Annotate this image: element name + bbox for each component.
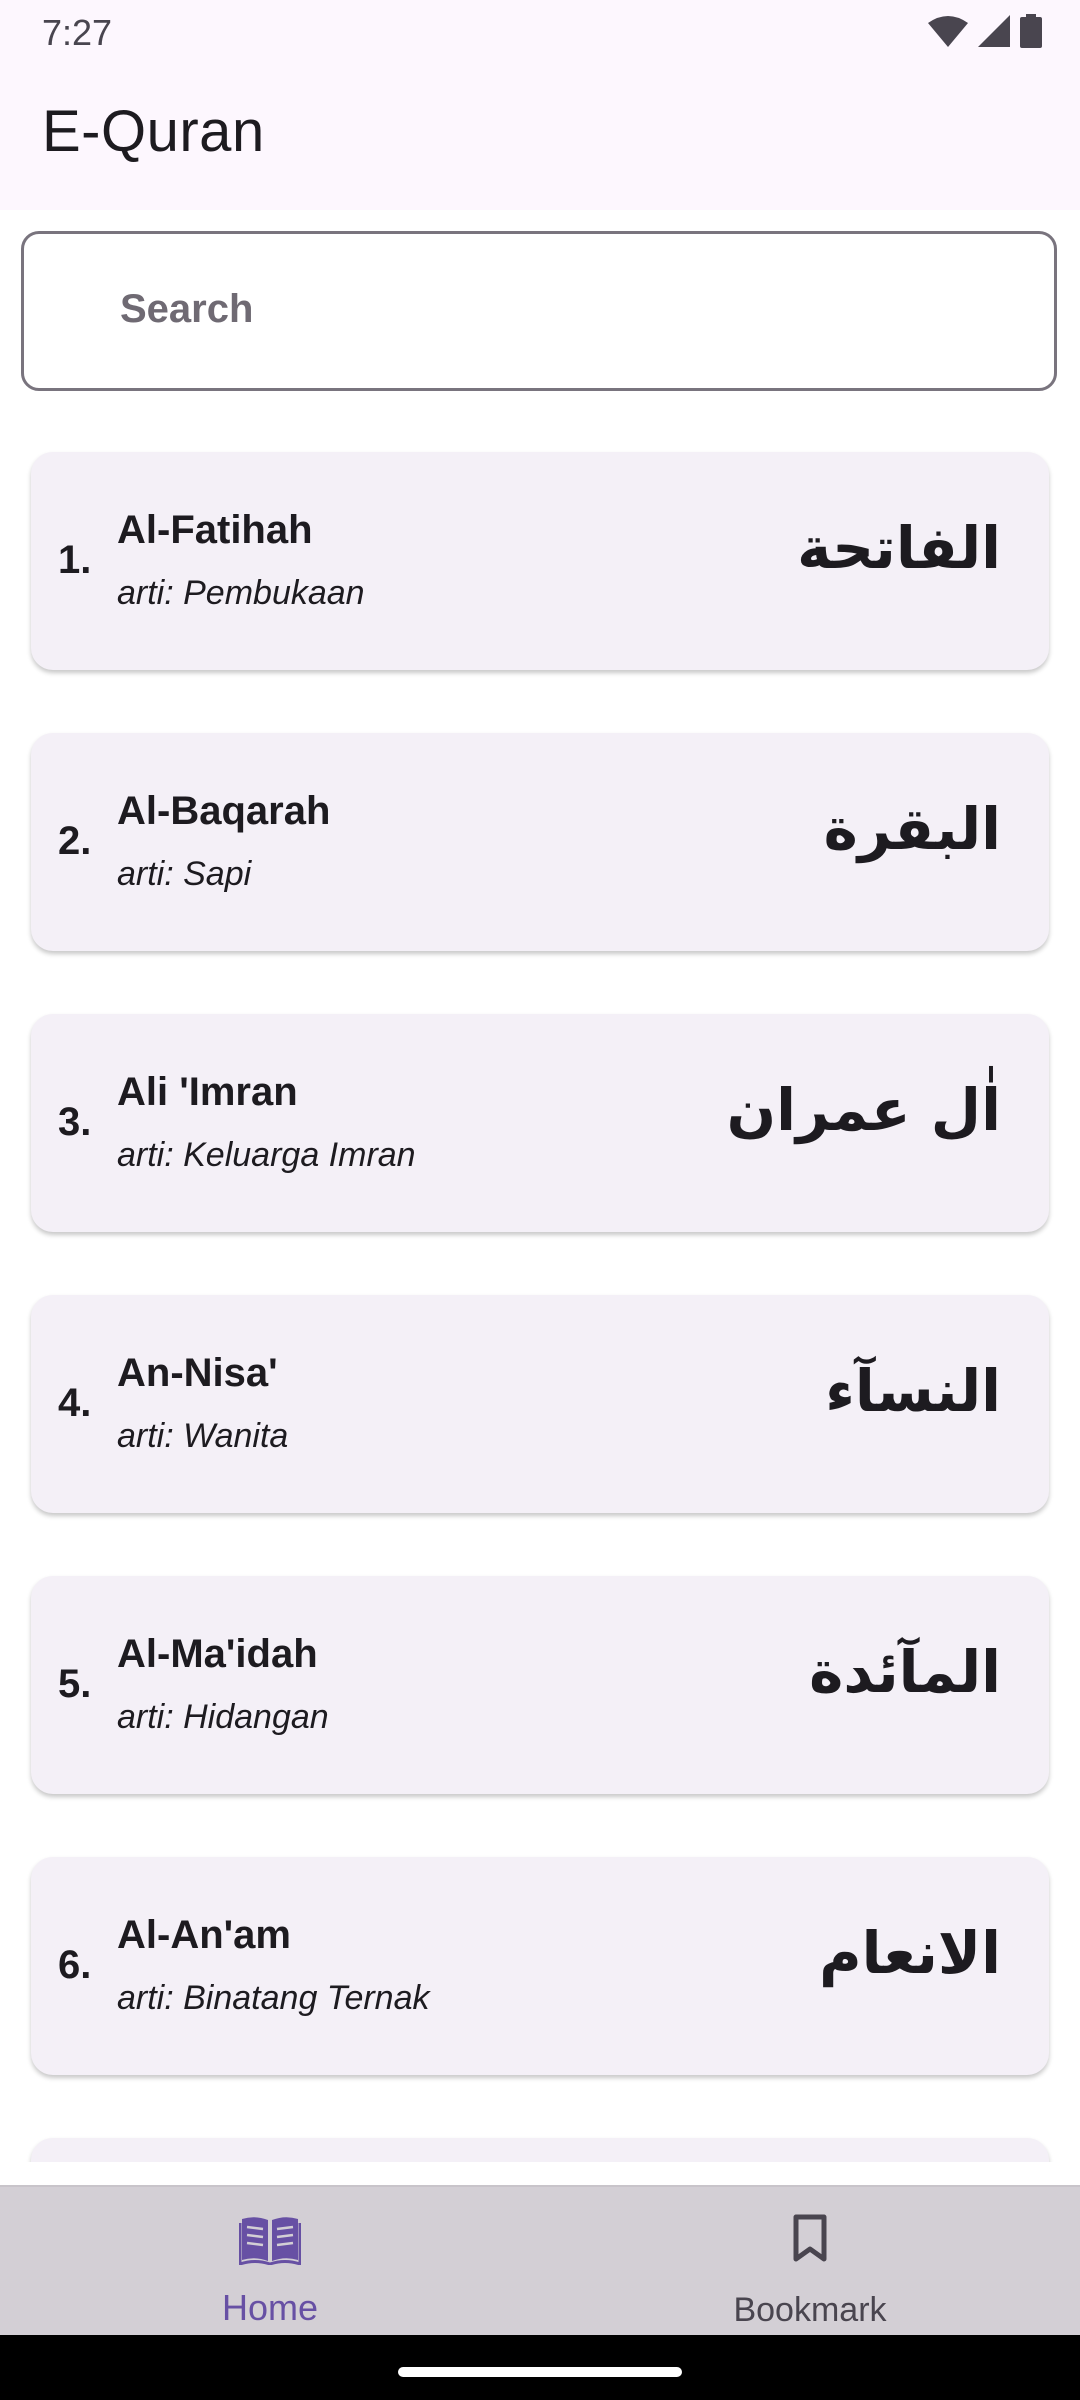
surah-list[interactable]: 1. Al-Fatihah arti: Pembukaan الفاتحة 2.…	[0, 420, 1080, 2162]
surah-number: 4.	[58, 1381, 92, 1425]
surah-latin-name: Ali 'Imran	[117, 1070, 298, 1114]
nav-item-home[interactable]: Home	[0, 2187, 540, 2337]
surah-card[interactable]: 3. Ali 'Imran arti: Keluarga Imran اٰل ع…	[31, 1014, 1049, 1232]
bottom-navigation: Home Bookmark	[0, 2185, 1080, 2337]
surah-latin-name: Al-Ma'idah	[117, 1632, 318, 1676]
status-time: 7:27	[42, 12, 113, 53]
surah-number: 5.	[58, 1662, 92, 1706]
surah-arabic-name: المآئدة	[809, 1638, 1001, 1706]
surah-arabic-name: الفاتحة	[797, 514, 1001, 582]
status-icons	[928, 14, 1042, 48]
surah-card-partial[interactable]	[31, 2138, 1049, 2162]
surah-arabic-name: اٰل عمران	[726, 1076, 1001, 1144]
surah-meaning: arti: Hidangan	[117, 1698, 329, 1736]
surah-meaning: arti: Pembukaan	[117, 574, 365, 612]
surah-card[interactable]: 4. An-Nisa' arti: Wanita النسآء	[31, 1295, 1049, 1513]
book-icon	[238, 2213, 302, 2270]
gesture-handle[interactable]	[398, 2367, 682, 2377]
surah-number: 6.	[58, 1943, 92, 1987]
surah-card[interactable]: 2. Al-Baqarah arti: Sapi البقرة	[31, 733, 1049, 951]
page-title: E-Quran	[42, 99, 265, 164]
system-gesture-bar	[0, 2335, 1080, 2400]
surah-latin-name: An-Nisa'	[117, 1351, 278, 1395]
wifi-icon	[928, 15, 968, 47]
surah-arabic-name: البقرة	[823, 795, 1001, 863]
surah-meaning: arti: Binatang Ternak	[117, 1979, 430, 2017]
nav-item-bookmark[interactable]: Bookmark	[540, 2187, 1080, 2337]
search-input[interactable]	[118, 286, 1022, 333]
surah-meaning: arti: Wanita	[117, 1417, 289, 1455]
surah-card[interactable]: 6. Al-An'am arti: Binatang Ternak الانعا…	[31, 1857, 1049, 2075]
surah-latin-name: Al-Fatihah	[117, 508, 313, 552]
cellular-signal-icon	[978, 15, 1010, 47]
nav-label-bookmark: Bookmark	[733, 2291, 887, 2329]
nav-label-home: Home	[221, 2287, 319, 2328]
surah-number: 3.	[58, 1100, 92, 1144]
surah-card[interactable]: 5. Al-Ma'idah arti: Hidangan المآئدة	[31, 1576, 1049, 1794]
surah-latin-name: Al-An'am	[117, 1913, 291, 1957]
app-bar: 7:27 E-Quran	[0, 0, 1080, 210]
surah-number: 2.	[58, 819, 92, 863]
surah-latin-name: Al-Baqarah	[117, 789, 331, 833]
surah-arabic-name: الانعام	[819, 1919, 1001, 1987]
search-field[interactable]	[21, 231, 1057, 391]
surah-arabic-name: النسآء	[825, 1357, 1001, 1425]
surah-meaning: arti: Keluarga Imran	[117, 1136, 416, 1174]
bookmark-icon	[790, 2213, 830, 2268]
surah-meaning: arti: Sapi	[117, 855, 252, 893]
battery-icon	[1020, 14, 1042, 48]
surah-card[interactable]: 1. Al-Fatihah arti: Pembukaan الفاتحة	[31, 452, 1049, 670]
surah-number: 1.	[58, 538, 92, 582]
